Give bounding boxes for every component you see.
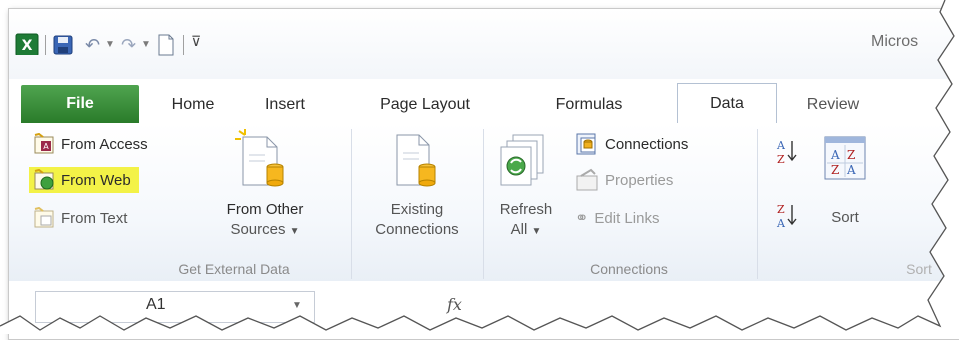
refresh-all-label-2: All ▼ — [487, 221, 565, 238]
svg-text:Z: Z — [831, 163, 839, 177]
from-web-button[interactable]: From Web — [29, 167, 139, 193]
tab-file[interactable]: File — [21, 85, 139, 123]
chain-link-icon: ⚭ — [575, 210, 589, 227]
from-web-label: From Web — [61, 171, 131, 189]
svg-text:A: A — [43, 142, 49, 151]
undo-icon[interactable]: ↶ — [85, 35, 100, 56]
group-separator — [351, 129, 352, 279]
window-title: Micros — [871, 33, 919, 50]
access-database-icon: A — [34, 133, 54, 154]
properties-label: Properties — [605, 171, 674, 189]
refresh-all-label-1: Refresh — [499, 201, 553, 218]
new-document-icon[interactable] — [157, 34, 175, 56]
svg-text:A: A — [776, 217, 786, 230]
chevron-down-icon: ▼ — [531, 226, 542, 237]
group-separator — [757, 129, 758, 279]
edit-links-label: Edit Links — [594, 209, 660, 227]
svg-text:A: A — [846, 163, 856, 177]
refresh-icon — [500, 134, 544, 186]
svg-text:A: A — [830, 148, 840, 162]
svg-text:A: A — [776, 139, 786, 152]
connections-button[interactable]: Connections — [575, 131, 688, 157]
qat-divider — [183, 35, 184, 55]
qat-divider — [45, 35, 46, 55]
existing-connections-button[interactable]: Existing Connections — [355, 127, 479, 255]
ribbon-data: A From Access From Web From Text From Ot… — [9, 123, 959, 282]
existing-connections-label-2: Connections — [375, 221, 459, 238]
customize-qat-icon[interactable]: ⊽ — [191, 33, 201, 50]
sort-label: Sort — [831, 209, 859, 226]
fx-icon[interactable]: fx — [447, 295, 462, 314]
svg-text:X: X — [22, 38, 33, 54]
other-sources-icon — [235, 129, 284, 187]
chevron-down-icon: ▼ — [289, 226, 300, 237]
properties-icon — [576, 168, 598, 191]
sort-button[interactable]: A Z Z A Sort — [813, 129, 877, 249]
sort-descending-icon[interactable]: Z A — [775, 201, 801, 233]
name-box-value: A1 — [146, 296, 166, 313]
tab-insert[interactable]: Insert — [245, 87, 325, 123]
excel-icon[interactable]: X — [15, 33, 39, 55]
from-other-sources-label-2: Sources ▼ — [205, 221, 325, 238]
refresh-all-all-text: All — [510, 221, 528, 238]
from-other-sources-label-1: From Other — [226, 201, 304, 218]
svg-text:Z: Z — [777, 153, 785, 166]
group-label-connections: Connections — [590, 261, 668, 277]
tab-page-layout[interactable]: Page Layout — [365, 87, 485, 123]
tab-data[interactable]: Data — [677, 83, 777, 125]
tab-review[interactable]: Review — [793, 87, 873, 123]
connections-label: Connections — [605, 135, 689, 153]
excel-window: X ↶ ▼ ↷ ▼ ⊽ Micros File Home Insert Page… — [8, 8, 959, 340]
existing-connections-icon — [396, 134, 436, 187]
group-label-sort: Sort — [906, 261, 932, 277]
redo-icon[interactable]: ↷ — [121, 35, 136, 56]
refresh-all-button[interactable]: Refresh All ▼ — [487, 127, 565, 255]
from-other-sources-button[interactable]: From Other Sources ▼ — [205, 127, 325, 255]
from-text-button[interactable]: From Text — [33, 205, 127, 231]
from-access-button[interactable]: A From Access — [33, 131, 148, 157]
existing-connections-label-1: Existing — [390, 201, 444, 218]
tab-home[interactable]: Home — [153, 87, 233, 123]
svg-text:Z: Z — [777, 203, 785, 216]
from-text-label: From Text — [61, 209, 128, 227]
ribbon-tabs: File Home Insert Page Layout Formulas Da… — [9, 79, 959, 125]
group-separator — [483, 129, 484, 279]
properties-button[interactable]: Properties — [575, 167, 673, 193]
sort-dialog-icon: A Z Z A — [824, 136, 866, 180]
save-icon[interactable] — [53, 35, 73, 57]
quick-access-toolbar: X ↶ ▼ ↷ ▼ ⊽ Micros — [9, 9, 959, 79]
web-icon — [34, 169, 54, 190]
connections-icon — [576, 133, 596, 155]
chevron-down-icon[interactable]: ▼ — [292, 300, 302, 311]
group-label-get-external-data: Get External Data — [178, 261, 290, 277]
svg-text:Z: Z — [847, 148, 855, 162]
tab-formulas[interactable]: Formulas — [539, 87, 639, 123]
undo-dropdown-icon[interactable]: ▼ — [105, 39, 115, 50]
edit-links-button[interactable]: ⚭ Edit Links — [575, 205, 659, 231]
text-file-icon — [34, 207, 54, 228]
redo-dropdown-icon[interactable]: ▼ — [141, 39, 151, 50]
from-other-sources-sources-text: Sources — [230, 221, 286, 238]
sort-ascending-icon[interactable]: A Z — [775, 137, 801, 169]
name-box[interactable]: A1 ▼ — [35, 291, 315, 323]
formula-bar: A1 ▼ fx — [9, 281, 959, 339]
from-access-label: From Access — [61, 135, 148, 153]
